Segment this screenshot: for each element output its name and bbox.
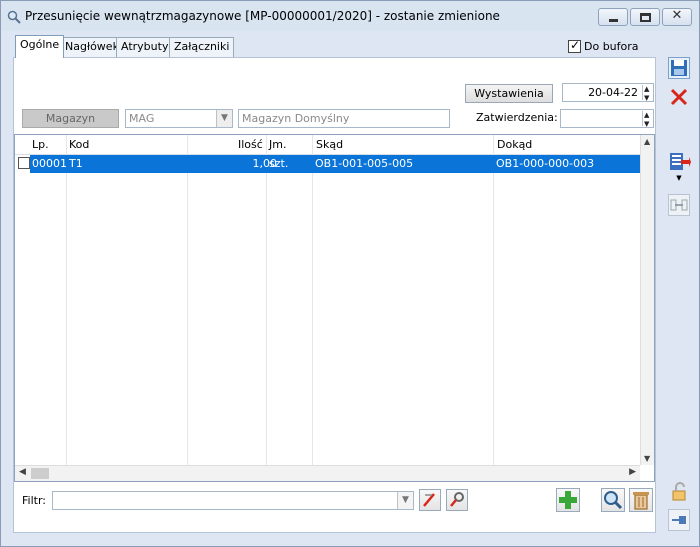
column-divider	[187, 135, 188, 465]
column-divider	[66, 135, 67, 465]
issue-date-spinner[interactable]	[642, 84, 652, 101]
cell-skad: OB1-001-005-005	[315, 157, 414, 170]
scroll-thumb[interactable]	[31, 468, 49, 479]
clear-filter-icon	[423, 493, 435, 507]
filter-settings-button[interactable]	[446, 489, 468, 511]
chevron-down-icon[interactable]: ▼	[397, 492, 413, 509]
column-dokad[interactable]: Dokąd	[497, 138, 532, 151]
maximize-button[interactable]	[630, 8, 660, 26]
clear-filter-button[interactable]	[419, 489, 441, 511]
filter-label: Filtr:	[22, 494, 46, 507]
column-kod[interactable]: Kod	[69, 138, 89, 151]
row-select-checkbox[interactable]	[18, 157, 30, 169]
pin-button[interactable]	[668, 509, 690, 531]
column-divider	[493, 135, 494, 465]
lock-icon	[672, 482, 686, 501]
transfer-icon	[670, 199, 688, 211]
scroll-right-icon[interactable]: ▶	[629, 467, 636, 477]
minimize-icon	[609, 19, 618, 22]
warehouse-code-combo[interactable]: MAG ▼	[125, 109, 233, 128]
close-icon: ✕	[671, 8, 683, 23]
table-row[interactable]: 00001 T1 1,00 szt. OB1-001-005-005 OB1-0…	[30, 155, 641, 173]
approval-date-spinner[interactable]	[642, 110, 652, 127]
cell-kod: T1	[69, 157, 83, 170]
warehouse-button[interactable]: Magazyn	[22, 109, 119, 128]
minimize-button[interactable]	[598, 8, 628, 26]
approval-date-field[interactable]	[560, 109, 654, 128]
scroll-left-icon[interactable]: ◀	[19, 467, 26, 477]
column-jm[interactable]: Jm.	[269, 138, 286, 151]
tab-zalaczniki[interactable]: Załączniki	[169, 37, 235, 57]
save-button[interactable]	[668, 57, 690, 79]
export-dropdown[interactable]: ▼	[668, 173, 690, 183]
column-lp[interactable]: Lp.	[32, 138, 49, 151]
search-icon	[7, 10, 21, 24]
horizontal-scrollbar[interactable]: ◀ ▶	[15, 465, 640, 481]
lock-button[interactable]	[668, 481, 690, 503]
grid-header: Lp. Kod Ilość Jm. Skąd Dokąd	[15, 135, 654, 155]
export-button[interactable]	[668, 151, 691, 173]
scroll-down-icon[interactable]: ▼	[644, 454, 650, 463]
tab-atrybuty[interactable]: Atrybuty	[116, 37, 174, 57]
approval-date-label: Zatwierdzenia:	[476, 111, 558, 124]
pin-icon	[672, 516, 686, 524]
window-title: Przesunięcie wewnątrzmagazynowe [MP-0000…	[25, 9, 500, 23]
filter-combo[interactable]: ▼	[52, 491, 414, 510]
buffer-label: Do bufora	[584, 40, 639, 53]
column-skad[interactable]: Skąd	[316, 138, 343, 151]
export-icon	[670, 153, 691, 170]
add-icon	[559, 491, 577, 509]
main-panel: Wystawienia 20-04-22 Magazyn MAG ▼ Magaz…	[13, 57, 656, 533]
warehouse-name-field[interactable]: Magazyn Domyślny	[238, 109, 450, 128]
delete-button[interactable]	[629, 488, 653, 512]
issue-date-button[interactable]: Wystawienia	[465, 84, 553, 103]
trash-icon	[633, 492, 649, 510]
chevron-down-icon[interactable]: ▼	[216, 110, 232, 127]
search-button[interactable]	[601, 488, 625, 512]
column-ilosc[interactable]: Ilość	[238, 138, 263, 151]
title-bar: Przesunięcie wewnątrzmagazynowe [MP-0000…	[1, 1, 699, 31]
filter-wrench-icon	[450, 492, 464, 507]
column-divider	[312, 135, 313, 465]
cell-dokad: OB1-000-000-003	[496, 157, 595, 170]
tab-naglowek[interactable]: Nagłówek	[60, 37, 124, 57]
maximize-icon	[640, 13, 651, 22]
scroll-up-icon[interactable]: ▲	[644, 137, 650, 146]
search-icon	[604, 491, 623, 510]
save-icon	[671, 60, 687, 76]
cancel-icon	[670, 88, 688, 106]
buffer-checkbox[interactable]	[568, 38, 581, 53]
add-button[interactable]	[556, 488, 580, 512]
items-grid[interactable]: Lp. Kod Ilość Jm. Skąd Dokąd 00001 T1 1,…	[14, 134, 655, 482]
close-window-button[interactable]: ✕	[662, 8, 692, 26]
warehouse-name: Magazyn Domyślny	[242, 112, 350, 125]
cancel-button[interactable]	[668, 86, 690, 108]
warehouse-code: MAG	[129, 112, 155, 125]
tab-ogolne[interactable]: Ogólne	[15, 35, 65, 58]
cell-lp: 00001	[32, 157, 67, 170]
cell-jm: szt.	[269, 157, 289, 170]
column-divider	[266, 135, 267, 465]
transfer-button[interactable]	[668, 194, 690, 216]
document-window: Przesunięcie wewnątrzmagazynowe [MP-0000…	[0, 0, 700, 547]
vertical-scrollbar[interactable]: ▲ ▼	[640, 135, 654, 465]
issue-date-value: 20-04-22	[588, 86, 638, 99]
issue-date-field[interactable]: 20-04-22	[562, 83, 654, 102]
buffer-checkbox-group[interactable]: Do bufora	[568, 38, 639, 53]
